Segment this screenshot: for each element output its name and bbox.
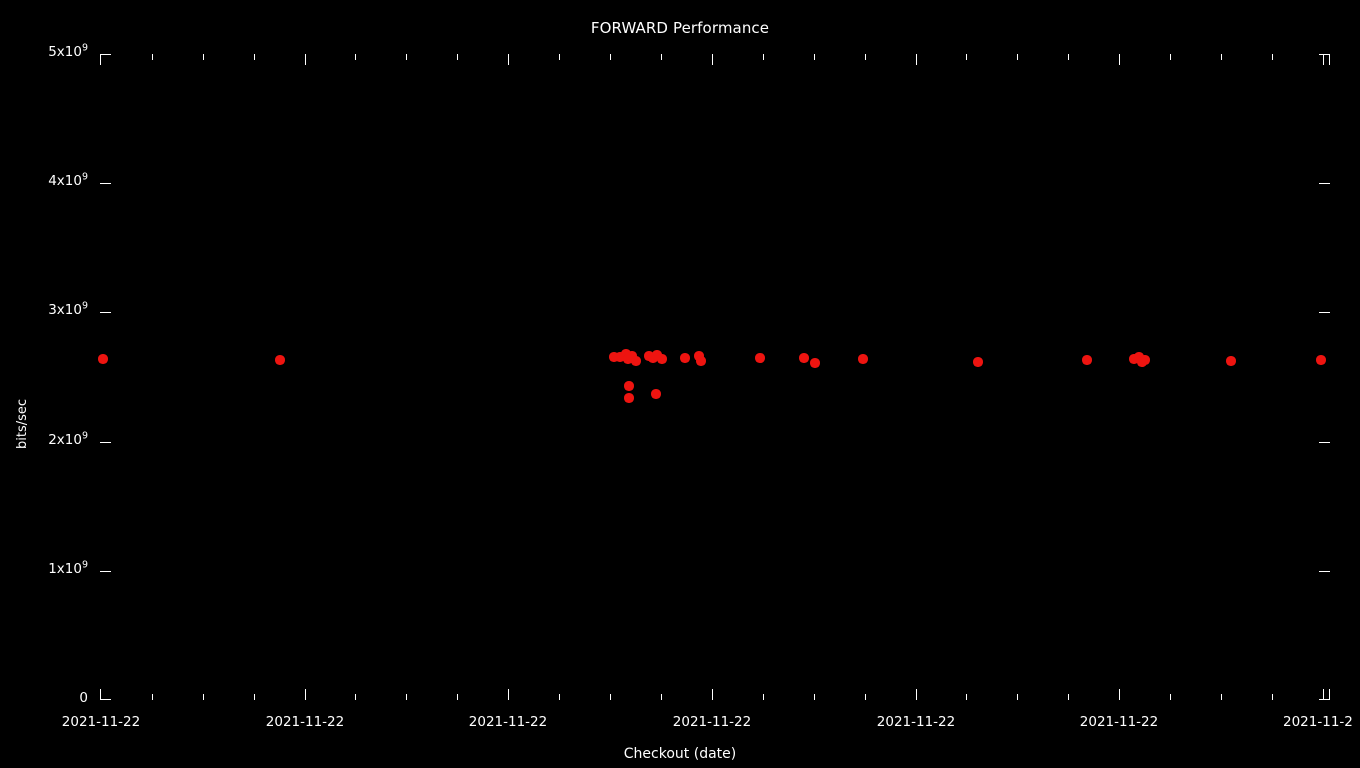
x-tick-bottom <box>1119 689 1120 700</box>
data-point <box>657 354 667 364</box>
x-tick-bottom <box>254 694 255 700</box>
x-tick-bottom <box>865 694 866 700</box>
axis-border-segment <box>1329 54 1330 65</box>
x-tick-bottom <box>1272 694 1273 700</box>
x-tick-bottom <box>1221 694 1222 700</box>
x-tick-top <box>355 54 356 60</box>
data-point <box>651 389 661 399</box>
x-tick-top <box>865 54 866 60</box>
data-point <box>275 355 285 365</box>
x-tick-bottom <box>406 694 407 700</box>
axis-border-segment <box>100 54 101 65</box>
axis-border-segment <box>100 689 101 700</box>
y-tick-left <box>100 183 111 184</box>
data-point <box>631 356 641 366</box>
x-tick-label: 2021-11-22 <box>265 714 345 730</box>
x-tick-top <box>814 54 815 60</box>
data-point <box>1316 355 1326 365</box>
x-tick-top <box>203 54 204 60</box>
data-point <box>799 353 809 363</box>
y-tick-label: 2x109 <box>48 430 88 448</box>
x-tick-bottom <box>355 694 356 700</box>
y-tick-left <box>100 442 111 443</box>
y-tick-label: 3x109 <box>48 300 88 319</box>
data-point <box>858 354 868 364</box>
y-axis-title: bits/sec <box>15 398 30 449</box>
x-tick-bottom <box>661 694 662 700</box>
x-tick-top <box>406 54 407 60</box>
x-tick-bottom <box>1068 694 1069 700</box>
x-tick-top <box>1119 54 1120 65</box>
x-tick-top <box>1272 54 1273 60</box>
data-point <box>1082 355 1092 365</box>
x-tick-label: 2021-11-22 <box>61 714 141 730</box>
y-tick-label: 5x109 <box>48 42 88 60</box>
x-tick-top <box>1323 54 1324 65</box>
x-tick-top <box>712 54 713 65</box>
x-tick-top <box>661 54 662 60</box>
data-point <box>1226 356 1236 366</box>
x-tick-top <box>254 54 255 60</box>
data-point <box>680 353 690 363</box>
x-tick-label: 2021-11-2 <box>1283 716 1353 730</box>
axis-border-segment <box>100 699 111 700</box>
x-tick-bottom <box>457 694 458 700</box>
x-tick-bottom <box>152 694 153 700</box>
y-tick-right <box>1319 571 1330 572</box>
x-tick-bottom <box>763 694 764 700</box>
x-tick-bottom <box>203 694 204 700</box>
x-tick-bottom <box>916 689 917 700</box>
y-tick-label: 4x109 <box>48 171 88 190</box>
data-point <box>624 381 634 391</box>
x-tick-bottom <box>1170 694 1171 700</box>
y-tick-label: 1x109 <box>48 559 88 577</box>
data-point <box>755 353 765 363</box>
x-tick-bottom <box>610 694 611 700</box>
x-tick-label: 2021-11-22 <box>468 714 548 730</box>
x-tick-top <box>966 54 967 60</box>
x-tick-bottom <box>712 689 713 700</box>
x-tick-bottom <box>966 694 967 700</box>
y-tick-right <box>1319 442 1330 443</box>
x-tick-bottom <box>1017 694 1018 700</box>
plot-area <box>98 54 1330 700</box>
x-tick-label: 2021-11-22 <box>876 714 956 730</box>
x-tick-top <box>1221 54 1222 60</box>
y-tick-left <box>100 571 111 572</box>
chart-title: FORWARD Performance <box>590 19 770 37</box>
x-tick-top <box>763 54 764 60</box>
x-axis-title: Checkout (date) <box>623 746 737 762</box>
y-tick-label: 0 <box>79 690 88 706</box>
x-tick-top <box>1017 54 1018 60</box>
x-tick-top <box>508 54 509 65</box>
x-tick-bottom <box>814 694 815 700</box>
axis-border-segment <box>1329 689 1330 700</box>
y-tick-right <box>1319 312 1330 313</box>
y-tick-right <box>1319 183 1330 184</box>
y-tick-left <box>100 312 111 313</box>
x-tick-bottom <box>1323 689 1324 700</box>
x-tick-top <box>559 54 560 60</box>
x-tick-top <box>1170 54 1171 60</box>
x-tick-bottom <box>508 689 509 700</box>
x-tick-top <box>916 54 917 65</box>
x-tick-top <box>305 54 306 65</box>
chart-canvas: FORWARD Performance bits/sec Checkout (d… <box>0 0 1360 768</box>
data-point <box>810 358 820 368</box>
data-point <box>98 354 108 364</box>
x-tick-top <box>457 54 458 60</box>
axis-border-segment <box>100 54 111 55</box>
data-point <box>624 393 634 403</box>
data-point <box>973 357 983 367</box>
data-point <box>696 356 706 366</box>
x-tick-bottom <box>305 689 306 700</box>
x-tick-label: 2021-11-22 <box>1079 714 1159 730</box>
x-tick-top <box>610 54 611 60</box>
x-tick-top <box>1068 54 1069 60</box>
data-point <box>1140 355 1150 365</box>
x-tick-top <box>152 54 153 60</box>
x-tick-bottom <box>559 694 560 700</box>
x-tick-label: 2021-11-22 <box>672 714 752 730</box>
